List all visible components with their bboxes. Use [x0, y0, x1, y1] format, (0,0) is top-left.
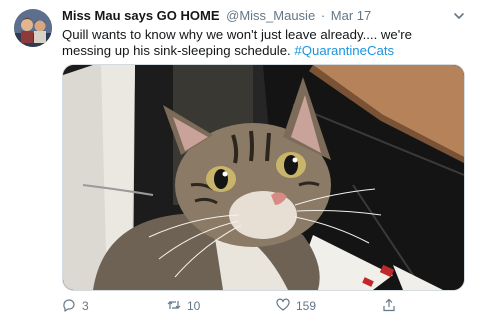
reply-count: 3: [82, 299, 89, 313]
cat-photo: [63, 65, 464, 290]
chevron-down-icon[interactable]: [452, 9, 466, 23]
reply-icon: [63, 299, 75, 312]
hashtag-link[interactable]: #QuarantineCats: [294, 43, 394, 58]
display-name[interactable]: Miss Mau says GO HOME: [62, 8, 220, 23]
separator-dot: ·: [320, 8, 326, 23]
retweet-icon: [167, 301, 181, 309]
tweet-actions: 3 10 159: [62, 297, 462, 315]
user-handle[interactable]: @Miss_Mausie: [226, 8, 315, 23]
like-count: 159: [296, 299, 317, 313]
heart-icon: [276, 298, 290, 311]
tweet-card[interactable]: Miss Mau says GO HOME @Miss_Mausie · Mar…: [0, 0, 480, 322]
share-icon: [383, 298, 395, 312]
tweet-date[interactable]: Mar 17: [331, 8, 371, 23]
retweet-count: 10: [187, 299, 201, 313]
tweet-text: Quill wants to know why we won't just le…: [62, 27, 462, 59]
tweet-photo[interactable]: [62, 64, 465, 291]
avatar[interactable]: [14, 9, 52, 47]
tweet-header: Miss Mau says GO HOME @Miss_Mausie · Mar…: [62, 8, 450, 24]
